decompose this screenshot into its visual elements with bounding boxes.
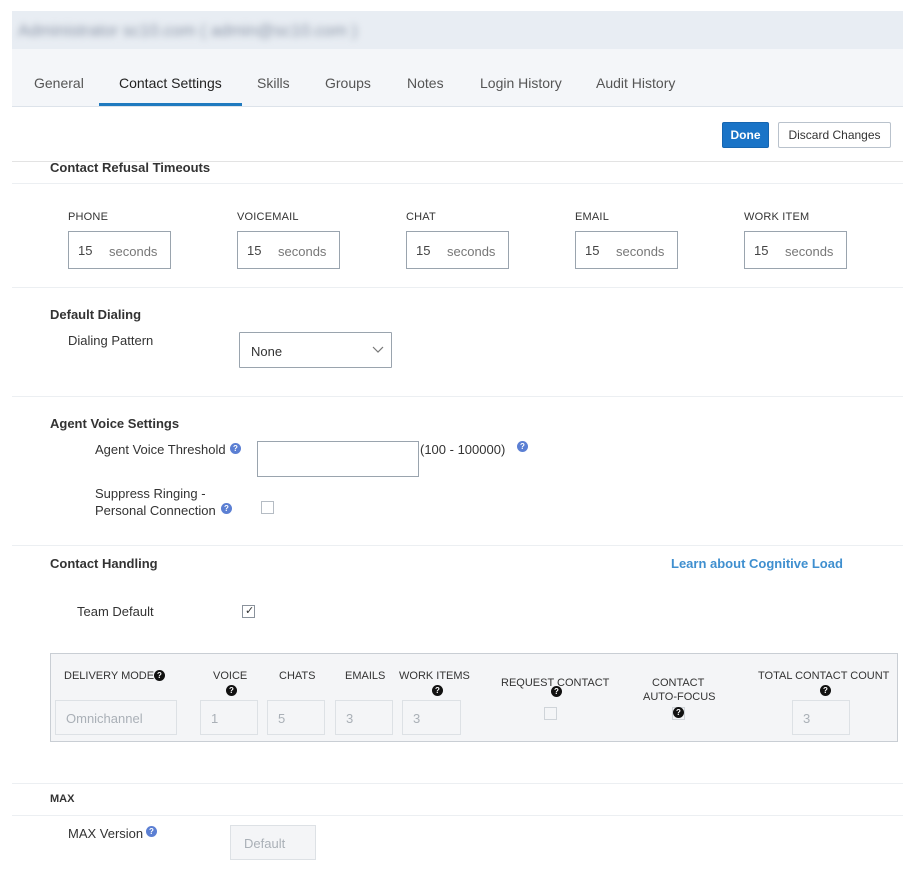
help-icon[interactable]: ? [230, 443, 241, 454]
help-icon[interactable]: ? [517, 441, 528, 452]
suppress-ringing-label-line2: Personal Connection [95, 503, 216, 518]
suppress-ringing-label-line1: Suppress Ringing - [95, 486, 206, 501]
chats-count-input: 5 [267, 700, 325, 735]
agent-voice-threshold-label: Agent Voice Threshold [95, 442, 226, 457]
suppress-ringing-checkbox[interactable] [261, 501, 274, 514]
voicemail-timeout-input[interactable]: 15 seconds [237, 231, 340, 269]
title-bar: Administrator sc10.com ( admin@sc10.com … [12, 11, 903, 49]
col-total-contact-count: TOTAL CONTACT COUNT [758, 670, 890, 682]
auto-focus-checkbox: ? [672, 707, 685, 720]
emails-count-value: 3 [346, 711, 354, 726]
total-contact-count-input: 3 [792, 700, 850, 735]
divider [12, 545, 903, 546]
discard-changes-button[interactable]: Discard Changes [778, 122, 891, 148]
chevron-down-icon [372, 346, 384, 353]
page-title: Administrator sc10.com ( admin@sc10.com … [18, 21, 358, 40]
help-icon[interactable]: ? [226, 685, 237, 696]
timeout-unit: seconds [447, 244, 496, 259]
help-icon[interactable]: ? [221, 503, 232, 514]
max-version-label: MAX Version [68, 826, 144, 841]
divider [12, 783, 903, 784]
divider [12, 287, 903, 288]
divider [12, 396, 903, 397]
timeout-unit: seconds [785, 244, 834, 259]
learn-cognitive-load-link[interactable]: Learn about Cognitive Load [671, 556, 843, 571]
section-title-refusal: Contact Refusal Timeouts [50, 160, 211, 175]
total-contact-count-value: 3 [803, 711, 811, 726]
tab-bar: General Contact Settings Skills Groups N… [12, 49, 903, 107]
section-title-voice: Agent Voice Settings [50, 416, 180, 431]
tab-general[interactable]: General [34, 49, 84, 106]
timeout-value: 15 [78, 243, 93, 258]
timeout-value: 15 [416, 243, 431, 258]
timeout-value: 15 [585, 243, 600, 258]
col-auto-focus-line1: CONTACT [652, 677, 705, 689]
col-work-items: WORK ITEMS [399, 670, 470, 682]
contact-handling-table: DELIVERY MODE ? VOICE ? CHATS EMAILS WOR… [50, 653, 898, 742]
voice-count-value: 1 [211, 711, 219, 726]
check-icon: ✓ [245, 605, 255, 617]
work-item-timeout-input[interactable]: 15 seconds [744, 231, 847, 269]
tab-skills[interactable]: Skills [257, 49, 290, 106]
work-item-label: WORK ITEM [744, 211, 810, 223]
team-default-label: Team Default [77, 604, 154, 619]
action-bar: Done Discard Changes [12, 107, 903, 162]
chats-count-value: 5 [278, 711, 286, 726]
timeout-unit: seconds [616, 244, 665, 259]
timeout-unit: seconds [278, 244, 327, 259]
timeout-value: 15 [247, 243, 262, 258]
timeout-value: 15 [754, 243, 769, 258]
voicemail-label: VOICEMAIL [237, 211, 299, 223]
team-default-checkbox[interactable]: ✓ [242, 605, 255, 618]
delivery-mode-value: Omnichannel [66, 711, 143, 726]
dialing-pattern-label: Dialing Pattern [68, 333, 154, 348]
divider [12, 815, 903, 816]
divider [12, 183, 903, 184]
timeout-unit: seconds [109, 244, 158, 259]
threshold-range: (100 - 100000) [420, 442, 506, 457]
work-items-count-input: 3 [402, 700, 461, 735]
help-icon[interactable]: ? [673, 707, 684, 718]
max-version-value: Default [244, 836, 286, 851]
emails-count-input: 3 [335, 700, 393, 735]
tab-notes[interactable]: Notes [407, 49, 444, 106]
section-title-max: MAX [50, 793, 75, 805]
chat-label: CHAT [406, 211, 436, 223]
col-auto-focus-line2: AUTO-FOCUS [643, 691, 716, 703]
work-items-count-value: 3 [413, 711, 421, 726]
request-contact-checkbox [544, 707, 557, 720]
selected-value: None [251, 344, 283, 359]
help-icon[interactable]: ? [432, 685, 443, 696]
phone-label: PHONE [68, 211, 109, 223]
col-delivery-mode: DELIVERY MODE [64, 670, 155, 682]
agent-voice-threshold-input[interactable] [257, 441, 419, 477]
email-timeout-input[interactable]: 15 seconds [575, 231, 678, 269]
help-icon[interactable]: ? [820, 685, 831, 696]
tab-audit-history[interactable]: Audit History [596, 49, 675, 106]
email-label: EMAIL [575, 211, 610, 223]
delivery-mode-input: Omnichannel [55, 700, 177, 735]
voice-count-input: 1 [200, 700, 258, 735]
col-emails: EMAILS [345, 670, 386, 682]
help-icon[interactable]: ? [551, 686, 562, 697]
tab-groups[interactable]: Groups [325, 49, 371, 106]
tab-contact-settings[interactable]: Contact Settings [99, 49, 242, 106]
section-title-handling: Contact Handling [50, 556, 158, 571]
col-chats: CHATS [279, 670, 316, 682]
chat-timeout-input[interactable]: 15 seconds [406, 231, 509, 269]
phone-timeout-input[interactable]: 15 seconds [68, 231, 171, 269]
max-version-input: Default [230, 825, 316, 860]
tab-login-history[interactable]: Login History [480, 49, 562, 106]
help-icon[interactable]: ? [154, 670, 165, 681]
done-button[interactable]: Done [722, 122, 769, 148]
col-voice: VOICE [213, 670, 248, 682]
section-title-dialing: Default Dialing [50, 307, 142, 322]
dialing-pattern-select[interactable]: None [239, 332, 392, 368]
help-icon[interactable]: ? [146, 826, 157, 837]
user-contact-settings-page: Administrator sc10.com ( admin@sc10.com … [12, 11, 903, 876]
